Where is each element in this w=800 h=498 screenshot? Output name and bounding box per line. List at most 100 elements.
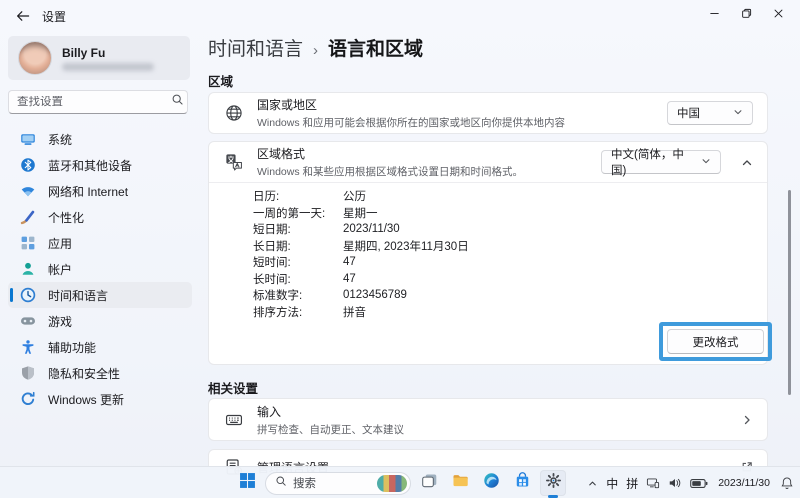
settings-window: 设置 Billy Fu 系统蓝牙和其他设备网络和 Internet 个性化应用帐户… [0, 0, 800, 498]
scrollbar[interactable] [788, 190, 791, 395]
taskbar-search-label: 搜索 [293, 475, 371, 491]
sidebar-item-privacy-security[interactable]: 隐私和安全性 [8, 360, 192, 386]
format-row: 标准数字:0123456789 [253, 287, 747, 304]
sidebar-nav: 系统蓝牙和其他设备网络和 Internet 个性化应用帐户时间和语言游戏辅助功能隐… [8, 126, 192, 412]
folder-icon [452, 472, 469, 494]
accounts-icon [20, 261, 36, 277]
format-row-value: 2023/11/30 [343, 223, 400, 235]
breadcrumb-separator-icon: › [313, 42, 318, 59]
collapse-button[interactable] [741, 156, 753, 168]
sidebar-item-bluetooth-devices[interactable]: 蓝牙和其他设备 [8, 152, 192, 178]
language-format-icon [225, 153, 243, 171]
start-button[interactable] [234, 470, 260, 496]
format-card-title: 区域格式 [257, 145, 587, 162]
format-row-value: 47 [343, 256, 356, 268]
restore-button[interactable] [730, 2, 762, 28]
regional-format-header[interactable]: 区域格式 Windows 和某些应用根据区域格式设置日期和时间格式。 中文(简体… [209, 142, 767, 183]
cast-device-icon[interactable] [646, 476, 660, 490]
chevron-right-icon [741, 414, 753, 426]
format-row-label: 短日期: [253, 221, 343, 237]
titlebar: 设置 [0, 0, 800, 32]
close-icon [773, 6, 784, 24]
update-icon [20, 391, 36, 407]
user-profile[interactable]: Billy Fu [8, 36, 190, 80]
user-email-blurred [62, 63, 154, 71]
taskbar-date[interactable]: 2023/11/30 [716, 477, 772, 489]
keyboard-icon [225, 411, 243, 429]
sidebar-item-label: 帐户 [48, 261, 72, 278]
sidebar: Billy Fu 系统蓝牙和其他设备网络和 Internet 个性化应用帐户时间和… [0, 32, 200, 466]
country-region-card[interactable]: 国家或地区 Windows 和应用可能会根据你所在的国家或地区向你提供本地内容 … [208, 92, 768, 134]
ime-layout-button[interactable]: 拼 [626, 475, 638, 492]
sidebar-item-accounts[interactable]: 帐户 [8, 256, 192, 282]
sidebar-item-network-internet[interactable]: 网络和 Internet [8, 178, 192, 204]
format-row-value: 0123456789 [343, 289, 407, 301]
battery-icon[interactable] [690, 478, 708, 489]
file-explorer-button[interactable] [447, 470, 473, 496]
selected-accent-bar [10, 288, 13, 302]
format-row: 一周的第一天:星期一 [253, 205, 747, 222]
sidebar-item-accessibility[interactable]: 辅助功能 [8, 334, 192, 360]
sidebar-item-system[interactable]: 系统 [8, 126, 192, 152]
format-row-value: 星期四, 2023年11月30日 [343, 238, 469, 254]
edge-button[interactable] [478, 470, 504, 496]
format-row-label: 标准数字: [253, 287, 343, 303]
task-view-icon [421, 472, 438, 494]
format-row-label: 长日期: [253, 238, 343, 254]
ime-mode-button[interactable]: 中 [606, 475, 618, 492]
notifications-bell-icon[interactable] [780, 476, 794, 490]
edge-icon [483, 472, 500, 494]
sidebar-item-label: 时间和语言 [48, 287, 108, 304]
apps-icon [20, 235, 36, 251]
settings-button[interactable] [540, 470, 566, 496]
format-details: 日历:公历一周的第一天:星期一短日期:2023/11/30长日期:星期四, 20… [253, 188, 747, 320]
typing-card-title: 输入 [257, 403, 727, 420]
sidebar-item-gaming[interactable]: 游戏 [8, 308, 192, 334]
search-icon [171, 93, 184, 111]
country-card-subtitle: Windows 和应用可能会根据你所在的国家或地区向你提供本地内容 [257, 115, 653, 130]
taskbar-search[interactable]: 搜索 [265, 472, 411, 495]
sidebar-item-time-language[interactable]: 时间和语言 [8, 282, 192, 308]
search-input[interactable] [17, 96, 171, 108]
breadcrumb-parent[interactable]: 时间和语言 [208, 34, 303, 61]
typing-card[interactable]: 输入 拼写检查、自动更正、文本建议 [208, 398, 768, 441]
format-row-label: 排序方法: [253, 304, 343, 320]
sidebar-item-apps[interactable]: 应用 [8, 230, 192, 256]
settings-search[interactable] [8, 90, 188, 114]
sidebar-item-label: 个性化 [48, 209, 84, 226]
sidebar-item-label: 应用 [48, 235, 72, 252]
store-icon [514, 472, 531, 494]
format-dropdown[interactable]: 中文(简体，中国) [601, 150, 721, 174]
user-name: Billy Fu [62, 46, 154, 60]
typing-card-subtitle: 拼写检查、自动更正、文本建议 [257, 422, 727, 437]
format-row-value: 星期一 [343, 205, 378, 221]
sidebar-item-personalization[interactable]: 个性化 [8, 204, 192, 230]
country-dropdown[interactable]: 中国 [667, 101, 753, 125]
hidden-icons-button[interactable] [587, 478, 598, 489]
format-row: 短日期:2023/11/30 [253, 221, 747, 238]
close-button[interactable] [762, 2, 794, 28]
back-button[interactable] [12, 6, 34, 26]
format-row-value: 47 [343, 273, 356, 285]
windows-logo-icon [239, 472, 256, 494]
minimize-button[interactable] [698, 2, 730, 28]
search-highlight-image[interactable] [377, 475, 407, 492]
store-button[interactable] [509, 470, 535, 496]
format-dropdown-value: 中文(简体，中国) [611, 146, 689, 178]
task-view-button[interactable] [416, 470, 442, 496]
region-section-title: 区域 [208, 71, 233, 90]
format-row: 短时间:47 [253, 254, 747, 271]
page-title: 语言和区域 [328, 34, 423, 61]
format-row: 长时间:47 [253, 271, 747, 288]
back-arrow-icon [15, 8, 31, 24]
change-formats-button[interactable]: 更改格式 [667, 329, 764, 354]
format-row: 日历:公历 [253, 188, 747, 205]
personalization-icon [20, 209, 36, 225]
format-row-label: 短时间: [253, 254, 343, 270]
chevron-down-icon [701, 156, 711, 169]
format-row-label: 长时间: [253, 271, 343, 287]
sidebar-item-label: 辅助功能 [48, 339, 96, 356]
search-icon [275, 474, 287, 492]
sidebar-item-windows-update[interactable]: Windows 更新 [8, 386, 192, 412]
volume-icon[interactable] [668, 476, 682, 490]
